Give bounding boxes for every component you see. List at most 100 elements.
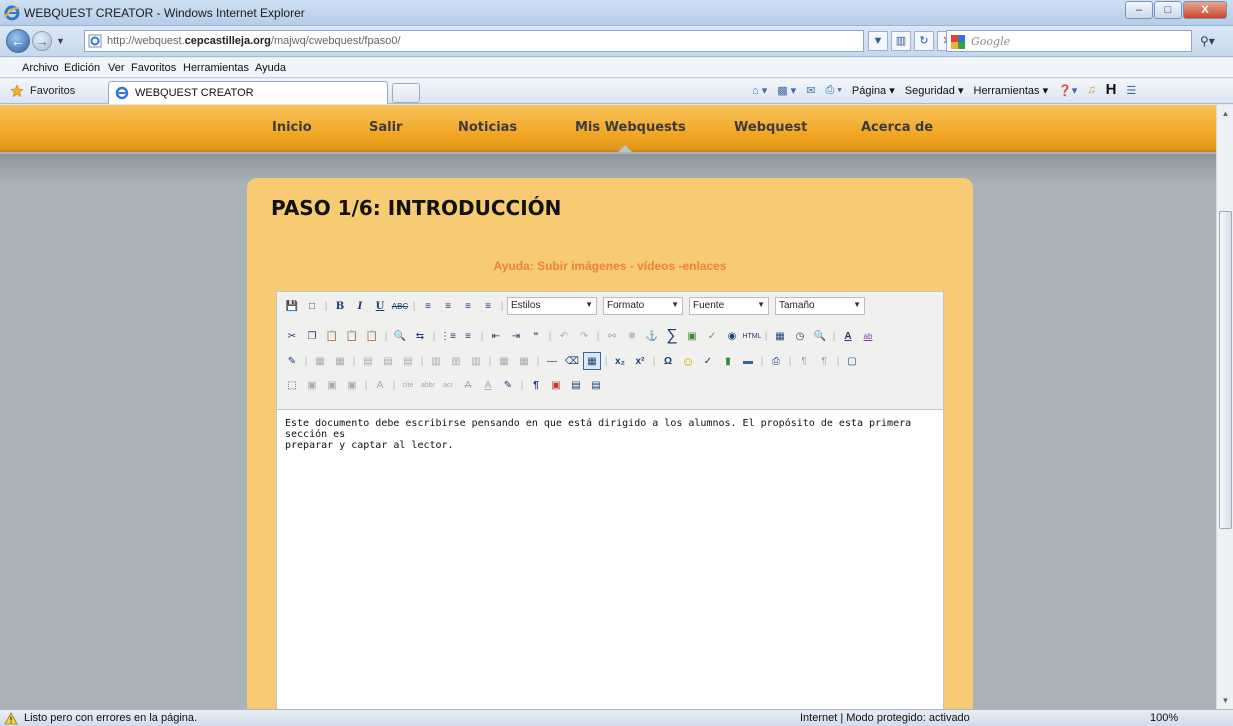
forward-button[interactable]: → [32,31,52,51]
new-tab-button[interactable] [392,83,420,103]
show-blocks-icon[interactable]: ¶ [527,376,545,394]
anchor-icon[interactable]: ⚓ [643,327,661,345]
del-icon[interactable]: A [459,376,477,394]
italic-icon[interactable]: I [351,297,369,315]
align-center-icon[interactable]: ≡ [439,297,457,315]
save-icon[interactable]: 💾 [283,297,301,315]
absolute-icon[interactable]: ▣ [343,376,361,394]
delete-col-icon[interactable]: ▥ [467,352,485,370]
image-icon[interactable]: ▣ [683,327,701,345]
fullscreen-icon[interactable]: ▢ [843,352,861,370]
print-editor-icon[interactable]: ⎙ [767,352,785,370]
unlink-icon[interactable]: ❅ [623,327,641,345]
size-select[interactable]: Tamaño ▼ [775,297,865,315]
font-select[interactable]: Fuente ▼ [689,297,769,315]
new-document-icon[interactable]: □ [303,297,321,315]
cite-icon[interactable]: cite [399,376,417,394]
media-icon[interactable]: ▮ [719,352,737,370]
print-icon[interactable]: ⎙ ▾ [825,84,841,97]
eraser-icon[interactable]: ⌫ [563,352,581,370]
address-field[interactable]: http://webquest.cepcastilleja.org/majwq/… [84,30,864,52]
ins-icon[interactable]: A [479,376,497,394]
spellcheck-icon[interactable]: ✓ [699,352,717,370]
insert-layer-icon[interactable]: ⬚ [283,376,301,394]
superscript-icon[interactable]: x² [631,352,649,370]
nav-mis-webquests[interactable]: Mis Webquests [575,120,686,135]
security-zone[interactable]: Internet | Modo protegido: activado [800,712,970,724]
acronym-icon[interactable]: acr [439,376,457,394]
bullet-list-icon[interactable]: ⋮≡ [439,327,457,345]
paste-word-icon[interactable]: 📋 [363,327,381,345]
home-icon[interactable]: ⌂ ▾ [752,84,767,97]
research-icon[interactable]: ♫ [1087,84,1095,97]
hotmail-icon[interactable]: H [1106,82,1117,97]
feeds-icon[interactable]: ▩ ▾ [777,84,796,97]
maximize-button[interactable]: □ [1154,1,1182,19]
compatibility-icon[interactable]: ▥ [891,31,911,51]
template-icon[interactable]: ▤ [567,376,585,394]
scroll-thumb[interactable] [1219,211,1232,529]
menu-herramientas[interactable]: Herramientas [183,62,249,74]
table-props-icon[interactable]: ▦ [331,352,349,370]
refresh-icon[interactable]: ↻ [914,31,934,51]
html-source-icon[interactable]: HTML [742,327,761,345]
favorites-star-icon[interactable] [10,84,24,98]
menu-ver[interactable]: Ver [108,62,125,74]
insert-row-before-icon[interactable]: ▤ [359,352,377,370]
format-select[interactable]: Formato ▼ [603,297,683,315]
visual-aid-icon[interactable]: ▦ [583,352,601,370]
highlight-color-icon[interactable]: ab [859,327,877,345]
numbered-list-icon[interactable]: ≡ [459,327,477,345]
indent-icon[interactable]: ⇥ [507,327,525,345]
nav-webquest[interactable]: Webquest [734,120,807,135]
rtl-icon[interactable]: ¶ [815,352,833,370]
scroll-up-icon[interactable]: ▲ [1217,105,1233,122]
outdent-icon[interactable]: ⇤ [487,327,505,345]
insert-time-icon[interactable]: ◷ [791,327,809,345]
vertical-scrollbar[interactable]: ▲ ▼ [1216,105,1233,709]
favorites-label[interactable]: Favoritos [30,85,75,97]
mail-icon[interactable]: ✉ [806,84,815,97]
help-icon[interactable]: ❓▾ [1058,84,1077,97]
translate-icon[interactable]: ☰ [1126,84,1136,97]
close-button[interactable]: X [1183,1,1227,19]
equation-icon[interactable]: ∑ [663,327,681,345]
nav-noticias[interactable]: Noticias [458,120,517,135]
redo-icon[interactable]: ↷ [575,327,593,345]
tab-webquest-creator[interactable]: WEBQUEST CREATOR [108,81,388,104]
move-backward-icon[interactable]: ▣ [323,376,341,394]
preview-icon[interactable]: 🔍 [811,327,829,345]
horizontal-rule-icon[interactable]: — [543,352,561,370]
find-icon[interactable]: 🔍 [391,327,409,345]
edit-css-icon[interactable]: ✎ [283,352,301,370]
special-char-icon[interactable]: Ω [659,352,677,370]
paste-icon[interactable]: 📋 [323,327,341,345]
styleprops-icon[interactable]: A [371,376,389,394]
attribs-icon[interactable]: ✎ [499,376,517,394]
table-icon[interactable]: ▦ [311,352,329,370]
replace-icon[interactable]: ⇆ [411,327,429,345]
abbr-icon[interactable]: abbr [419,376,437,394]
undo-icon[interactable]: ↶ [555,327,573,345]
scroll-down-icon[interactable]: ▼ [1217,692,1233,709]
search-icon[interactable]: ⚲▾ [1200,34,1215,48]
copy-icon[interactable]: ❐ [303,327,321,345]
warning-icon[interactable] [4,712,18,725]
nav-acerca-de[interactable]: Acerca de [861,120,933,135]
move-forward-icon[interactable]: ▣ [303,376,321,394]
nav-salir[interactable]: Salir [369,120,402,135]
menu-favoritos[interactable]: Favoritos [131,62,176,74]
insert-row-after-icon[interactable]: ▤ [379,352,397,370]
paste-text-icon[interactable]: 📋 [343,327,361,345]
align-right-icon[interactable]: ≡ [459,297,477,315]
text-color-icon[interactable]: A [839,327,857,345]
menu-edicion[interactable]: Edición [64,62,100,74]
security-menu[interactable]: Seguridad ▾ [905,84,964,97]
align-justify-icon[interactable]: ≡ [479,297,497,315]
menu-archivo[interactable]: Archivo [22,62,59,74]
minimize-button[interactable]: – [1125,1,1153,19]
editor-content[interactable]: Este documento debe escribirse pensando … [285,418,935,451]
tools-menu[interactable]: Herramientas ▾ [974,84,1049,97]
cut-icon[interactable]: ✂ [283,327,301,345]
back-button[interactable]: ← [6,29,30,53]
